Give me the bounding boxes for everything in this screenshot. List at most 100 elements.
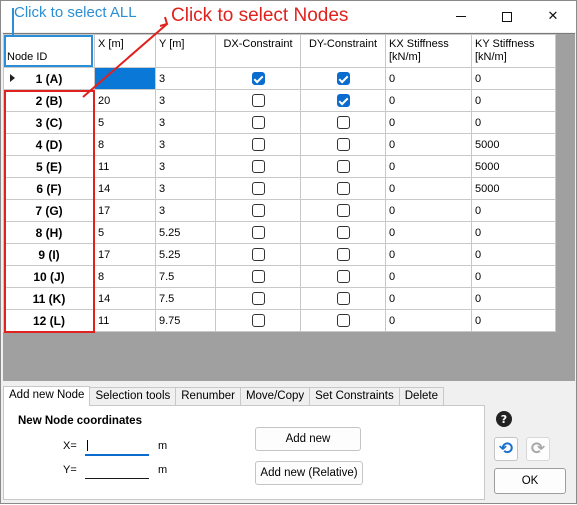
- kx-stiffness-cell[interactable]: 0: [385, 221, 472, 244]
- x-cell[interactable]: 17: [94, 199, 156, 222]
- checked-checkbox[interactable]: [251, 72, 265, 85]
- unchecked-checkbox[interactable]: [251, 182, 265, 195]
- unchecked-checkbox[interactable]: [251, 160, 265, 173]
- y-cell[interactable]: 7.5: [155, 265, 216, 288]
- x-cell[interactable]: 11: [94, 309, 156, 332]
- ky-stiffness-cell[interactable]: 0: [471, 287, 556, 310]
- dx-constraint-cell[interactable]: [215, 67, 301, 90]
- kx-stiffness-cell[interactable]: 0: [385, 67, 472, 90]
- kx-stiffness-cell[interactable]: 0: [385, 287, 472, 310]
- dx-constraint-cell[interactable]: [215, 309, 301, 332]
- x-cell[interactable]: 8: [94, 133, 156, 156]
- unchecked-checkbox[interactable]: [336, 116, 350, 129]
- unchecked-checkbox[interactable]: [251, 248, 265, 261]
- x-cell[interactable]: 20: [94, 89, 156, 112]
- unchecked-checkbox[interactable]: [336, 248, 350, 261]
- unchecked-checkbox[interactable]: [251, 314, 265, 327]
- kx-stiffness-cell[interactable]: 0: [385, 265, 472, 288]
- y-cell[interactable]: 3: [155, 199, 216, 222]
- ok-button[interactable]: OK: [494, 468, 566, 494]
- dy-constraint-cell[interactable]: [300, 287, 386, 310]
- close-button[interactable]: ✕: [530, 1, 576, 32]
- y-cell[interactable]: 3: [155, 67, 216, 90]
- y-cell[interactable]: 3: [155, 111, 216, 134]
- ky-stiffness-cell[interactable]: 5000: [471, 133, 556, 156]
- column-header-ky-stiffness[interactable]: KY Stiffness [kN/m]: [471, 34, 556, 68]
- ky-stiffness-cell[interactable]: 5000: [471, 155, 556, 178]
- column-header-x[interactable]: X [m]: [94, 34, 156, 68]
- x-cell[interactable]: 14: [94, 177, 156, 200]
- x-cell[interactable]: 14: [94, 287, 156, 310]
- ky-stiffness-cell[interactable]: 0: [471, 199, 556, 222]
- tab-renumber[interactable]: Renumber: [175, 387, 241, 406]
- kx-stiffness-cell[interactable]: 0: [385, 89, 472, 112]
- ky-stiffness-cell[interactable]: 0: [471, 309, 556, 332]
- x-cell[interactable]: 11: [94, 155, 156, 178]
- column-header-kx-stiffness[interactable]: KX Stiffness [kN/m]: [385, 34, 472, 68]
- column-header-dx-constraint[interactable]: DX-Constraint: [215, 34, 301, 68]
- y-cell[interactable]: 9.75: [155, 309, 216, 332]
- kx-stiffness-cell[interactable]: 0: [385, 199, 472, 222]
- y-cell[interactable]: 3: [155, 133, 216, 156]
- unchecked-checkbox[interactable]: [251, 270, 265, 283]
- ky-stiffness-cell[interactable]: 0: [471, 265, 556, 288]
- unchecked-checkbox[interactable]: [251, 204, 265, 217]
- x-coordinate-input[interactable]: [85, 435, 149, 456]
- column-header-y[interactable]: Y [m]: [155, 34, 216, 68]
- y-coordinate-input[interactable]: [85, 458, 149, 479]
- x-cell[interactable]: [94, 67, 156, 90]
- dx-constraint-cell[interactable]: [215, 265, 301, 288]
- dx-constraint-cell[interactable]: [215, 177, 301, 200]
- ky-stiffness-cell[interactable]: 0: [471, 89, 556, 112]
- y-cell[interactable]: 3: [155, 177, 216, 200]
- kx-stiffness-cell[interactable]: 0: [385, 243, 472, 266]
- dy-constraint-cell[interactable]: [300, 155, 386, 178]
- y-cell[interactable]: 3: [155, 89, 216, 112]
- unchecked-checkbox[interactable]: [336, 314, 350, 327]
- unchecked-checkbox[interactable]: [336, 160, 350, 173]
- kx-stiffness-cell[interactable]: 0: [385, 177, 472, 200]
- kx-stiffness-cell[interactable]: 0: [385, 309, 472, 332]
- maximize-button[interactable]: [484, 1, 530, 32]
- ky-stiffness-cell[interactable]: 5000: [471, 177, 556, 200]
- y-cell[interactable]: 7.5: [155, 287, 216, 310]
- dy-constraint-cell[interactable]: [300, 221, 386, 244]
- unchecked-checkbox[interactable]: [251, 226, 265, 239]
- dx-constraint-cell[interactable]: [215, 133, 301, 156]
- tab-add-new-node[interactable]: Add new Node: [3, 386, 91, 406]
- unchecked-checkbox[interactable]: [336, 204, 350, 217]
- ky-stiffness-cell[interactable]: 0: [471, 111, 556, 134]
- node-id-cell[interactable]: 1 (A): [3, 67, 95, 90]
- ky-stiffness-cell[interactable]: 0: [471, 221, 556, 244]
- dy-constraint-cell[interactable]: [300, 265, 386, 288]
- tab-set-constraints[interactable]: Set Constraints: [309, 387, 400, 406]
- checked-checkbox[interactable]: [336, 72, 350, 85]
- unchecked-checkbox[interactable]: [251, 94, 265, 107]
- undo-button[interactable]: ⟲: [494, 437, 518, 461]
- unchecked-checkbox[interactable]: [251, 138, 265, 151]
- dy-constraint-cell[interactable]: [300, 111, 386, 134]
- x-cell[interactable]: 5: [94, 221, 156, 244]
- ky-stiffness-cell[interactable]: 0: [471, 243, 556, 266]
- dx-constraint-cell[interactable]: [215, 221, 301, 244]
- x-cell[interactable]: 5: [94, 111, 156, 134]
- minimize-button[interactable]: [438, 1, 484, 32]
- table-row[interactable]: 1 (A) 3 0 0: [3, 67, 556, 90]
- dy-constraint-cell[interactable]: [300, 89, 386, 112]
- unchecked-checkbox[interactable]: [336, 270, 350, 283]
- dx-constraint-cell[interactable]: [215, 199, 301, 222]
- redo-button[interactable]: ⟳: [526, 437, 550, 461]
- checked-checkbox[interactable]: [336, 94, 350, 107]
- column-header-dy-constraint[interactable]: DY-Constraint: [300, 34, 386, 68]
- unchecked-checkbox[interactable]: [336, 182, 350, 195]
- kx-stiffness-cell[interactable]: 0: [385, 155, 472, 178]
- kx-stiffness-cell[interactable]: 0: [385, 111, 472, 134]
- dx-constraint-cell[interactable]: [215, 111, 301, 134]
- y-cell[interactable]: 5.25: [155, 243, 216, 266]
- dy-constraint-cell[interactable]: [300, 133, 386, 156]
- unchecked-checkbox[interactable]: [251, 116, 265, 129]
- unchecked-checkbox[interactable]: [336, 292, 350, 305]
- dy-constraint-cell[interactable]: [300, 309, 386, 332]
- dx-constraint-cell[interactable]: [215, 287, 301, 310]
- tab-selection-tools[interactable]: Selection tools: [89, 387, 177, 406]
